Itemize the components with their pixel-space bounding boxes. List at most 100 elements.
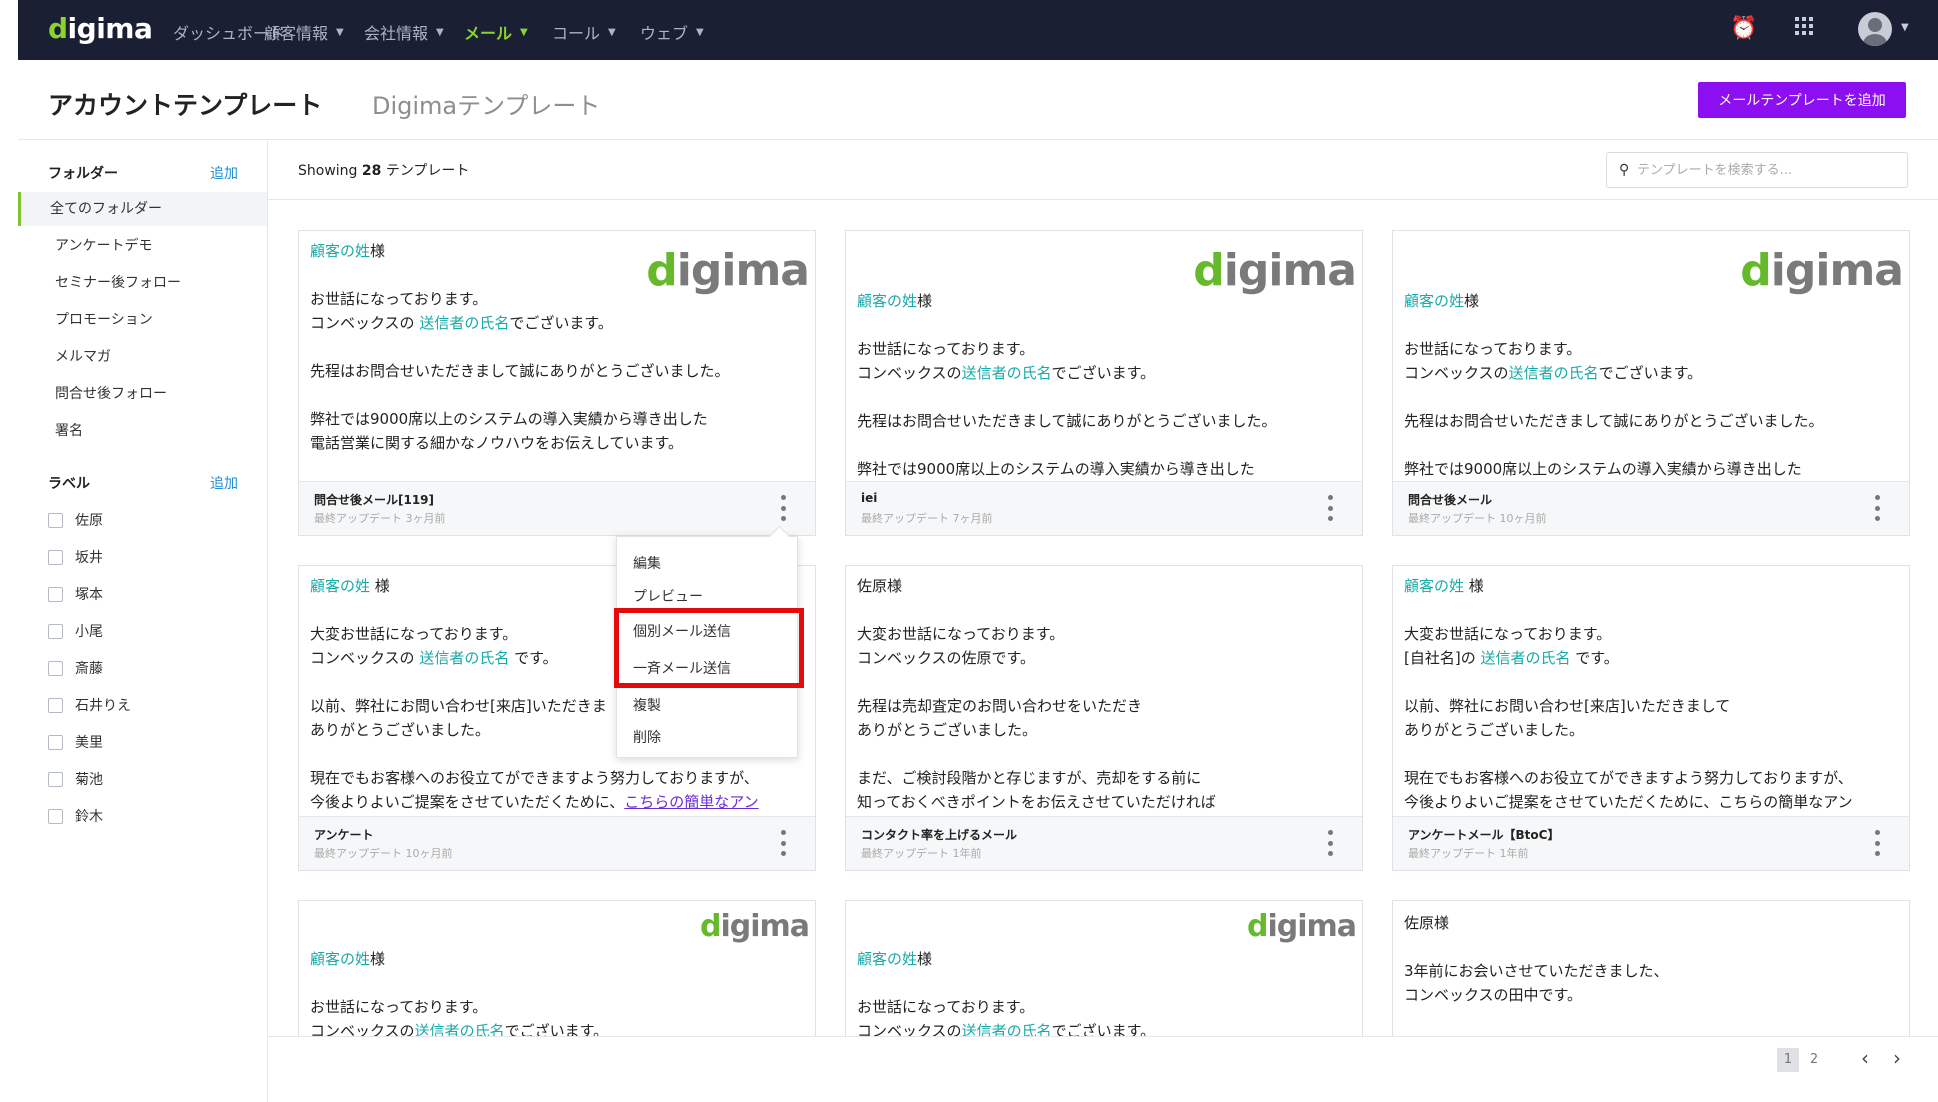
- label-item[interactable]: 塚本: [48, 584, 103, 604]
- label-checkbox[interactable]: [48, 734, 63, 750]
- template-preview: 顧客の姓様 お世話になっております。 コンベックスの 送信者の氏名でございます。…: [310, 242, 730, 452]
- digima-logo[interactable]: digima: [48, 12, 153, 45]
- last-updated: 最終アップデート 1年前: [1408, 847, 1529, 860]
- divider: [268, 199, 1938, 200]
- more-options-icon[interactable]: [777, 495, 789, 521]
- template-card[interactable]: digima 顧客の姓様 お世話になっております。 コンベックスの送信者の氏名で…: [1392, 230, 1910, 536]
- more-options-icon[interactable]: [1324, 830, 1336, 856]
- page-header: アカウントテンプレート Digimaテンプレート メールテンプレートを追加: [18, 60, 1938, 140]
- folder-item-seminar-follow[interactable]: セミナー後フォロー: [18, 266, 267, 300]
- chevron-down-icon: ▼: [520, 26, 528, 38]
- user-avatar[interactable]: [1858, 12, 1892, 46]
- add-mail-template-button[interactable]: メールテンプレートを追加: [1698, 82, 1906, 118]
- template-card[interactable]: digima 顧客の姓様 お世話になっております。 コンベックスの送信者の氏名で…: [845, 900, 1363, 1036]
- last-updated: 最終アップデート 3ヶ月前: [314, 512, 446, 525]
- label-checkbox[interactable]: [48, 586, 63, 602]
- chevron-down-icon: ▼: [336, 26, 344, 38]
- logo-text: igima: [67, 12, 153, 45]
- card-footer: コンタクト率を上げるメール 最終アップデート 1年前: [846, 816, 1362, 870]
- chevron-down-icon: ▼: [696, 26, 704, 38]
- add-folder-link[interactable]: 追加: [210, 163, 238, 183]
- template-name: 問合せ後メール[119]: [314, 493, 435, 507]
- card-footer: アンケートメール【BtoC】 最終アップデート 1年前: [1393, 816, 1909, 870]
- page-1-button[interactable]: 1: [1777, 1048, 1799, 1072]
- template-name: アンケート: [314, 828, 374, 842]
- label-checkbox[interactable]: [48, 771, 63, 787]
- search-input[interactable]: [1637, 159, 1897, 181]
- chevron-left-icon[interactable]: ‹: [1861, 1046, 1869, 1070]
- label-item[interactable]: 菊池: [48, 769, 103, 789]
- last-updated: 最終アップデート 7ヶ月前: [861, 512, 993, 525]
- template-preview: 佐原様 大変お世話になっております。 コンベックスの佐原です。 先程は売却査定の…: [857, 577, 1216, 811]
- chevron-down-icon: ▼: [436, 26, 444, 38]
- menu-item-delete[interactable]: 削除: [633, 727, 661, 747]
- label-checkbox[interactable]: [48, 512, 63, 528]
- menu-item-edit[interactable]: 編集: [633, 553, 661, 573]
- chevron-right-icon[interactable]: ›: [1893, 1046, 1901, 1070]
- template-preview: 顧客の姓様 お世話になっております。 コンベックスの送信者の氏名でございます。 …: [857, 292, 1277, 478]
- folder-item-promotion[interactable]: プロモーション: [18, 303, 267, 337]
- nav-web[interactable]: ウェブ ▼: [640, 20, 704, 44]
- nav-call[interactable]: コール ▼: [552, 20, 616, 44]
- last-updated: 最終アップデート 10ヶ月前: [314, 847, 453, 860]
- label-checkbox[interactable]: [48, 697, 63, 713]
- template-card[interactable]: digima 顧客の姓様 お世話になっております。 コンベックスの送信者の氏名で…: [845, 230, 1363, 536]
- folder-item-inquiry-follow[interactable]: 問合せ後フォロー: [18, 377, 267, 411]
- folder-item-all[interactable]: 全てのフォルダー: [18, 192, 267, 226]
- template-name: 問合せ後メール: [1408, 493, 1493, 507]
- label-checkbox[interactable]: [48, 660, 63, 676]
- more-options-icon[interactable]: [1871, 495, 1883, 521]
- card-footer: 問合せ後メール 最終アップデート 10ヶ月前: [1393, 481, 1909, 535]
- nav-companies[interactable]: 会社情報 ▼: [364, 20, 444, 44]
- template-preview: 顧客の姓様 お世話になっております。 コンベックスの送信者の氏名でございます。: [310, 950, 609, 1036]
- template-name: iei: [861, 491, 878, 505]
- sidebar: フォルダー 追加 全てのフォルダー アンケートデモ セミナー後フォロー プロモー…: [18, 140, 268, 1102]
- pagination-bar: [268, 1036, 1938, 1102]
- label-checkbox[interactable]: [48, 808, 63, 824]
- label-item[interactable]: 斎藤: [48, 658, 103, 678]
- survey-link[interactable]: こちらの簡単なアン: [624, 793, 758, 811]
- search-icon: ⚲: [1619, 162, 1630, 178]
- folder-item-survey-demo[interactable]: アンケートデモ: [18, 229, 267, 263]
- template-card[interactable]: 佐原様 3年前にお会いさせていただきました、 コンベックスの田中です。: [1392, 900, 1910, 1036]
- label-checkbox[interactable]: [48, 549, 63, 565]
- card-footer: アンケート 最終アップデート 10ヶ月前: [299, 816, 815, 870]
- nav-mail[interactable]: メール ▼: [464, 20, 528, 44]
- label-item[interactable]: 鈴木: [48, 806, 103, 826]
- template-search[interactable]: ⚲: [1606, 152, 1908, 188]
- more-options-icon[interactable]: [1871, 830, 1883, 856]
- template-card[interactable]: digima 顧客の姓様 お世話になっております。 コンベックスの送信者の氏名で…: [298, 900, 816, 1036]
- more-options-icon[interactable]: [777, 830, 789, 856]
- template-card[interactable]: digima 顧客の姓様 お世話になっております。 コンベックスの 送信者の氏名…: [298, 230, 816, 536]
- chevron-down-icon[interactable]: ▼: [1901, 22, 1909, 33]
- tab-digima-templates[interactable]: Digimaテンプレート: [372, 86, 600, 121]
- alarm-clock-icon[interactable]: ⏰: [1730, 16, 1757, 41]
- label-item[interactable]: 石井りえ: [48, 695, 131, 715]
- app-grid-icon[interactable]: [1794, 16, 1814, 42]
- chevron-down-icon: ▼: [608, 26, 616, 38]
- menu-item-duplicate[interactable]: 複製: [633, 695, 661, 715]
- last-updated: 最終アップデート 1年前: [861, 847, 982, 860]
- page-2-button[interactable]: 2: [1803, 1048, 1825, 1072]
- template-name: コンタクト率を上げるメール: [861, 828, 1018, 842]
- template-preview: 顧客の姓 様 大変お世話になっております。 [自社名]の 送信者の氏名 です。 …: [1404, 577, 1853, 811]
- label-item[interactable]: 小尾: [48, 621, 103, 641]
- folder-item-signature[interactable]: 署名: [18, 414, 267, 448]
- nav-customers[interactable]: 顧客情報 ▼: [264, 20, 344, 44]
- label-checkbox[interactable]: [48, 623, 63, 639]
- template-preview: 顧客の姓様 お世話になっております。 コンベックスの送信者の氏名でございます。 …: [1404, 292, 1824, 478]
- card-footer: iei 最終アップデート 7ヶ月前: [846, 481, 1362, 535]
- template-count: Showing 28 テンプレート: [298, 163, 470, 179]
- template-preview: 顧客の姓様 お世話になっております。 コンベックスの送信者の氏名でございます。: [857, 950, 1156, 1036]
- folder-item-newsletter[interactable]: メルマガ: [18, 340, 267, 374]
- template-card[interactable]: 佐原様 大変お世話になっております。 コンベックスの佐原です。 先程は売却査定の…: [845, 565, 1363, 871]
- add-label-link[interactable]: 追加: [210, 473, 238, 493]
- label-item[interactable]: 坂井: [48, 547, 103, 567]
- more-options-icon[interactable]: [1324, 495, 1336, 521]
- labels-heading: ラベル: [48, 476, 90, 492]
- template-card[interactable]: 顧客の姓 様 大変お世話になっております。 [自社名]の 送信者の氏名 です。 …: [1392, 565, 1910, 871]
- label-item[interactable]: 佐原: [48, 510, 103, 530]
- label-item[interactable]: 美里: [48, 732, 103, 752]
- last-updated: 最終アップデート 10ヶ月前: [1408, 512, 1547, 525]
- menu-item-preview[interactable]: プレビュー: [633, 586, 703, 606]
